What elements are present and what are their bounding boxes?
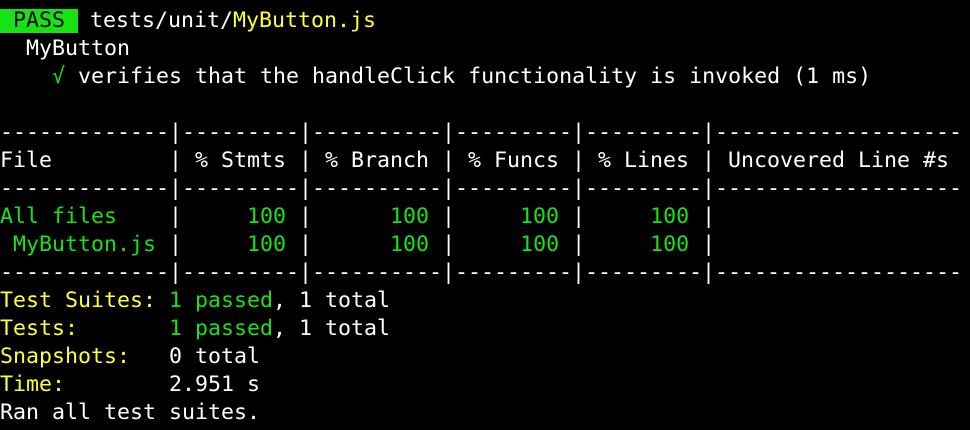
- coverage-funcs: 100: [520, 204, 560, 229]
- coverage-stmts: 100: [247, 232, 287, 257]
- coverage-stmts: 100: [247, 204, 287, 229]
- test-file-name: MyButton.js: [233, 8, 377, 33]
- coverage-file-name: All files: [0, 204, 118, 229]
- summary-value: 0 total: [169, 344, 261, 369]
- summary-passed: 1 passed: [169, 316, 274, 341]
- summary-value: 2.951 s: [169, 372, 261, 397]
- coverage-lines: 100: [650, 204, 690, 229]
- coverage-separator-top: -------------|---------|----------|-----…: [0, 120, 963, 145]
- coverage-branch: 100: [390, 204, 430, 229]
- summary-test-suites: Test Suites: 1 passed, 1 total: [0, 287, 390, 315]
- summary-label: Tests:: [0, 316, 79, 341]
- coverage-branch: 100: [390, 232, 430, 257]
- summary-label: Snapshots:: [0, 344, 131, 369]
- summary-label: Test Suites:: [0, 288, 157, 313]
- summary-ran-all: Ran all test suites.: [0, 400, 261, 425]
- summary-total: , 1 total: [273, 316, 391, 341]
- coverage-header-row: File | % Stmts | % Branch | % Funcs | % …: [0, 148, 950, 173]
- test-file-header: PASS tests/unit/MyButton.js: [0, 7, 376, 35]
- suite-name-line: MyButton: [0, 35, 130, 63]
- coverage-separator-mid: -------------|---------|----------|-----…: [0, 176, 963, 201]
- coverage-file-name: MyButton.js: [13, 232, 157, 257]
- summary-tests: Tests: 1 passed, 1 total: [0, 315, 390, 343]
- summary-total: , 1 total: [273, 288, 391, 313]
- summary-passed: 1 passed: [169, 288, 274, 313]
- summary-snapshots: Snapshots: 0 total: [0, 343, 260, 371]
- test-case-name: verifies that the handleClick functional…: [78, 64, 872, 89]
- coverage-row-mybutton: MyButton.js | 100 | 100 | 100 | 100 |: [13, 232, 729, 257]
- test-file-path: tests/unit/: [90, 8, 234, 33]
- summary-time: Time: 2.951 s: [0, 371, 260, 399]
- coverage-row-all-files: All files | 100 | 100 | 100 | 100 |: [0, 204, 729, 229]
- pass-badge: PASS: [0, 9, 79, 33]
- coverage-lines: 100: [650, 232, 690, 257]
- coverage-funcs: 100: [520, 232, 560, 257]
- coverage-separator-bottom: -------------|---------|----------|-----…: [0, 260, 963, 285]
- suite-name: MyButton: [26, 36, 131, 61]
- check-icon: √: [52, 64, 66, 89]
- summary-label: Time:: [0, 372, 66, 397]
- test-case-line: √ verifies that the handleClick function…: [0, 63, 871, 91]
